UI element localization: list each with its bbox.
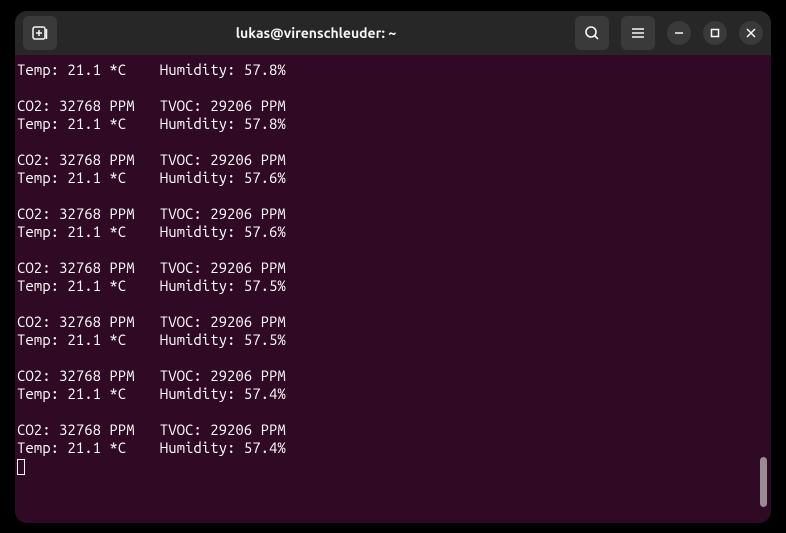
titlebar-left	[23, 16, 57, 50]
titlebar-right	[575, 16, 763, 50]
window-title: lukas@virenschleuder: ~	[65, 25, 567, 41]
titlebar: lukas@virenschleuder: ~	[15, 11, 771, 55]
new-tab-button[interactable]	[23, 16, 57, 50]
menu-button[interactable]	[621, 16, 655, 50]
terminal-lines: Temp: 21.1 *C Humidity: 57.8% CO2: 32768…	[17, 61, 769, 457]
cursor	[17, 459, 25, 475]
minimize-button[interactable]	[667, 21, 691, 45]
terminal-output[interactable]: Temp: 21.1 *C Humidity: 57.8% CO2: 32768…	[15, 55, 771, 523]
new-tab-icon	[31, 24, 49, 42]
maximize-icon	[710, 28, 720, 38]
minimize-icon	[674, 28, 684, 38]
scrollbar-thumb[interactable]	[760, 457, 767, 507]
close-icon	[746, 28, 756, 38]
maximize-button[interactable]	[703, 21, 727, 45]
search-icon	[584, 25, 600, 41]
search-button[interactable]	[575, 16, 609, 50]
menu-icon	[630, 25, 646, 41]
terminal-window: lukas@virenschleuder: ~	[15, 11, 771, 523]
close-button[interactable]	[739, 21, 763, 45]
